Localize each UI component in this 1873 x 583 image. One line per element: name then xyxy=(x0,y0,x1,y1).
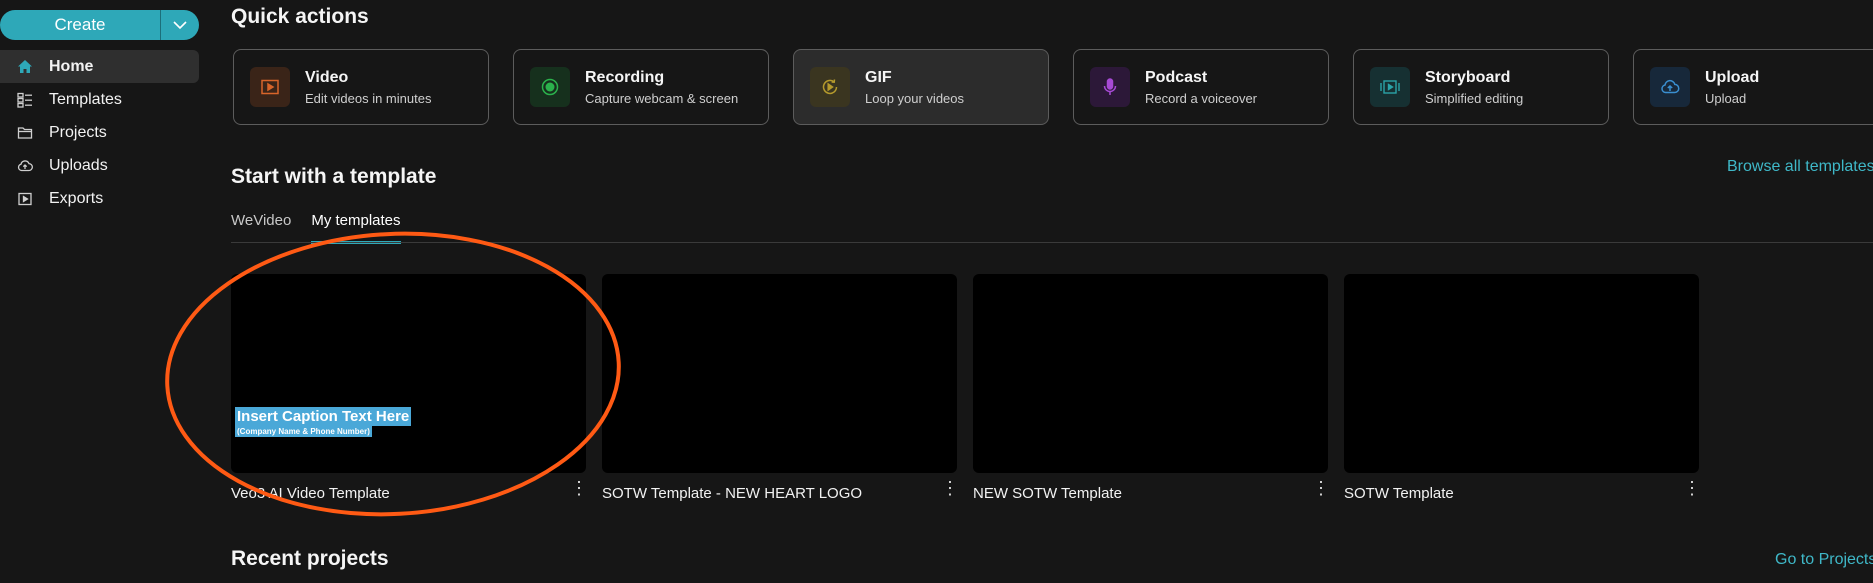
sidebar-item-uploads[interactable]: Uploads xyxy=(0,149,199,182)
sidebar-nav: Home Templates Projects Uploads Exports xyxy=(0,50,199,215)
more-options-icon[interactable]: ⋮ xyxy=(1683,478,1701,499)
quick-action-podcast[interactable]: Podcast Record a voiceover xyxy=(1073,49,1329,125)
templates-section-title: Start with a template xyxy=(231,165,437,188)
sidebar: Create Home Templates Projects Uploads E… xyxy=(0,0,200,583)
more-options-icon[interactable]: ⋮ xyxy=(570,478,588,499)
caption-overlay-text: Insert Caption Text Here xyxy=(235,407,412,426)
template-name: SOTW Template xyxy=(1344,485,1454,502)
create-button[interactable]: Create xyxy=(0,10,160,40)
template-name: NEW SOTW Template xyxy=(973,485,1122,502)
app-root: Create Home Templates Projects Uploads E… xyxy=(0,0,1873,583)
quick-action-title: Upload xyxy=(1705,68,1760,86)
quick-actions-row: Video Edit videos in minutes Recording C… xyxy=(233,49,1873,125)
caption-overlay-subtext: (Company Name & Phone Number) xyxy=(235,426,372,437)
video-icon xyxy=(250,67,290,107)
quick-action-subtitle: Record a voiceover xyxy=(1145,90,1257,106)
quick-action-subtitle: Upload xyxy=(1705,90,1747,106)
browse-all-templates-link[interactable]: Browse all templates xyxy=(1727,158,1873,176)
sidebar-item-home[interactable]: Home xyxy=(0,50,199,83)
quick-action-title: Podcast xyxy=(1145,68,1208,86)
template-name: SOTW Template - NEW HEART LOGO xyxy=(602,485,863,502)
sidebar-item-label: Exports xyxy=(49,189,104,207)
go-to-projects-link[interactable]: Go to Projects xyxy=(1775,551,1873,569)
sidebar-item-label: Templates xyxy=(49,90,122,108)
sidebar-item-label: Uploads xyxy=(49,156,108,174)
template-list: Insert Caption Text Here (Company Name &… xyxy=(231,274,1701,502)
quick-action-subtitle: Loop your videos xyxy=(865,90,965,106)
create-button-group: Create xyxy=(0,10,199,40)
tabs-divider xyxy=(231,242,1873,243)
folder-icon xyxy=(15,123,35,143)
storyboard-icon xyxy=(1370,67,1410,107)
sidebar-item-templates[interactable]: Templates xyxy=(0,83,199,116)
cloud-upload-icon xyxy=(15,156,35,176)
more-options-icon[interactable]: ⋮ xyxy=(1312,478,1330,499)
quick-action-title: Video xyxy=(305,68,349,86)
template-meta: SOTW Template ⋮ xyxy=(1344,478,1701,502)
quick-actions-title: Quick actions xyxy=(231,5,369,28)
quick-action-title: Storyboard xyxy=(1425,68,1511,86)
microphone-icon xyxy=(1090,67,1130,107)
quick-action-subtitle: Capture webcam & screen xyxy=(585,90,739,106)
template-meta: Veo3 AI Video Template ⋮ xyxy=(231,478,588,502)
sidebar-item-label: Projects xyxy=(49,123,107,141)
quick-action-storyboard[interactable]: Storyboard Simplified editing xyxy=(1353,49,1609,125)
templates-icon xyxy=(15,90,35,110)
template-card: SOTW Template ⋮ xyxy=(1344,274,1701,502)
more-options-icon[interactable]: ⋮ xyxy=(941,478,959,499)
gif-icon xyxy=(810,67,850,107)
template-thumbnail[interactable] xyxy=(602,274,957,473)
record-icon xyxy=(530,67,570,107)
cloud-upload-icon xyxy=(1650,67,1690,107)
export-icon xyxy=(15,189,35,209)
template-thumbnail[interactable]: Insert Caption Text Here (Company Name &… xyxy=(231,274,586,473)
sidebar-item-label: Home xyxy=(49,57,94,75)
quick-action-video[interactable]: Video Edit videos in minutes xyxy=(233,49,489,125)
sidebar-item-projects[interactable]: Projects xyxy=(0,116,199,149)
template-tabs: WeVideo My templates xyxy=(231,212,401,244)
chevron-down-icon xyxy=(173,21,187,30)
template-meta: SOTW Template - NEW HEART LOGO ⋮ xyxy=(602,478,959,502)
quick-action-subtitle: Simplified editing xyxy=(1425,90,1524,106)
tab-wevideo[interactable]: WeVideo xyxy=(231,212,291,242)
template-card: NEW SOTW Template ⋮ xyxy=(973,274,1330,502)
template-card: SOTW Template - NEW HEART LOGO ⋮ xyxy=(602,274,959,502)
quick-action-subtitle: Edit videos in minutes xyxy=(305,90,432,106)
recent-projects-title: Recent projects xyxy=(231,547,389,570)
template-meta: NEW SOTW Template ⋮ xyxy=(973,478,1330,502)
template-thumbnail[interactable] xyxy=(973,274,1328,473)
quick-action-gif[interactable]: GIF Loop your videos xyxy=(793,49,1049,125)
quick-action-upload[interactable]: Upload Upload xyxy=(1633,49,1873,125)
sidebar-item-exports[interactable]: Exports xyxy=(0,182,199,215)
create-dropdown-button[interactable] xyxy=(161,10,199,40)
template-name: Veo3 AI Video Template xyxy=(231,485,390,502)
home-icon xyxy=(15,57,35,77)
template-card: Insert Caption Text Here (Company Name &… xyxy=(231,274,588,502)
template-thumbnail[interactable] xyxy=(1344,274,1699,473)
quick-action-title: Recording xyxy=(585,68,665,86)
tab-my-templates[interactable]: My templates xyxy=(311,212,401,244)
quick-action-title: GIF xyxy=(865,68,892,86)
quick-action-recording[interactable]: Recording Capture webcam & screen xyxy=(513,49,769,125)
